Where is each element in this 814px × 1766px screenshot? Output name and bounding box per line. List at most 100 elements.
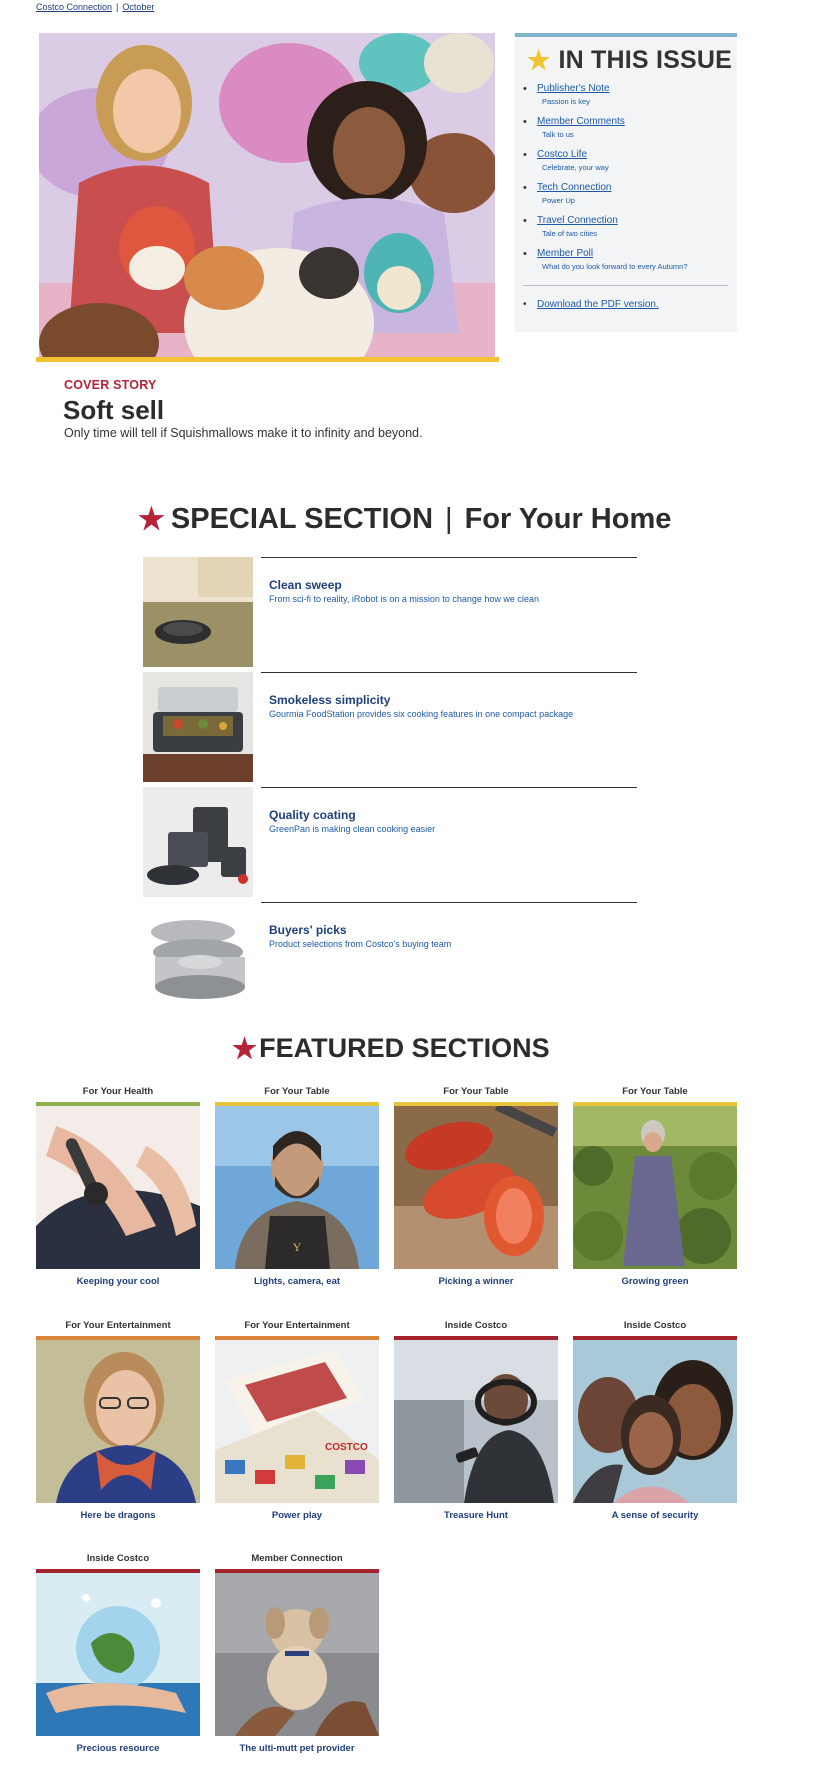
star-icon: ★ — [138, 503, 165, 536]
special-item-divider — [261, 557, 637, 558]
issue-item: Tech Connection Power Up — [523, 182, 723, 215]
featured-card-image[interactable] — [36, 1573, 200, 1736]
special-item-title[interactable]: Smokeless simplicity — [269, 693, 390, 707]
featured-card-caption[interactable]: Growing green — [573, 1276, 737, 1287]
breadcrumb-separator: | — [116, 2, 119, 12]
featured-card-category: Inside Costco — [86, 1553, 150, 1564]
featured-card-image[interactable] — [36, 1340, 200, 1503]
in-this-issue-panel: ★ IN THIS ISSUE Publisher's Note Passion… — [515, 33, 737, 332]
special-section-subtitle: For Your Home — [464, 503, 672, 535]
featured-card-caption[interactable]: Lights, camera, eat — [215, 1276, 379, 1287]
featured-card-caption[interactable]: Power play — [215, 1510, 379, 1521]
issue-item-link[interactable]: Member Comments — [537, 116, 723, 127]
special-item-desc: From sci-fi to reality, iRobot is on a m… — [269, 594, 539, 604]
special-item-divider — [261, 902, 637, 903]
svg-text:Y: Y — [293, 1240, 302, 1254]
download-pdf-link[interactable]: Download the PDF version. — [523, 299, 659, 310]
issue-item: Publisher's Note Passion is key — [523, 83, 723, 116]
featured-card-caption[interactable]: Here be dragons — [36, 1510, 200, 1521]
stainless-pans-photo — [143, 902, 253, 1012]
issue-item-subtitle: Celebrate, your way — [542, 163, 609, 172]
issue-item-link[interactable]: Tech Connection — [537, 182, 723, 193]
special-item-image[interactable] — [143, 902, 253, 1012]
tomatoes-photo — [394, 1106, 558, 1269]
robot-vacuum-photo — [143, 557, 253, 667]
special-item-title[interactable]: Quality coating — [269, 808, 356, 822]
breadcrumb-current-link[interactable]: October — [122, 2, 154, 12]
special-item-image[interactable] — [143, 672, 253, 782]
in-this-issue-heading: ★ IN THIS ISSUE — [527, 45, 732, 76]
star-icon: ★ — [232, 1033, 258, 1064]
special-item-title[interactable]: Clean sweep — [269, 578, 342, 592]
cover-image[interactable] — [39, 33, 495, 360]
cover-story-dek: Only time will tell if Squishmallows mak… — [64, 426, 423, 440]
featured-card-category: For Your Table — [264, 1086, 330, 1097]
featured-card-image[interactable]: COSTCO — [215, 1340, 379, 1503]
special-item-divider — [261, 787, 637, 788]
special-item-divider — [261, 672, 637, 673]
featured-card-caption[interactable]: A sense of security — [573, 1510, 737, 1521]
special-item-desc: Product selections from Costco's buying … — [269, 939, 452, 949]
family-selfie-photo — [573, 1340, 737, 1503]
cover-accent-bar — [36, 357, 499, 362]
issue-list: Publisher's Note Passion is key Member C… — [523, 83, 723, 281]
cookware-set-photo — [143, 787, 253, 897]
vineyard-woman-photo — [573, 1106, 737, 1269]
featured-card-category: For Your Health — [82, 1086, 154, 1097]
star-icon: ★ — [527, 45, 551, 75]
featured-card-image[interactable]: Y — [215, 1106, 379, 1269]
issue-item-link[interactable]: Costco Life — [537, 149, 723, 160]
featured-card-image[interactable] — [394, 1340, 558, 1503]
featured-card-image[interactable] — [36, 1106, 200, 1269]
special-item[interactable]: Quality coating GreenPan is making clean… — [143, 787, 637, 897]
featured-card-category: For Your Entertainment — [65, 1320, 171, 1331]
featured-card-category: Inside Costco — [623, 1320, 687, 1331]
issue-item-subtitle: Power Up — [542, 196, 575, 205]
featured-sections-heading: ★ FEATURED SECTIONS — [232, 1032, 550, 1065]
special-item[interactable]: Buyers' picks Product selections from Co… — [143, 902, 637, 1012]
issue-item: Member Comments Talk to us — [523, 116, 723, 149]
issue-item-subtitle: What do you look forward to every Autumn… — [542, 262, 688, 271]
special-item-image[interactable] — [143, 787, 253, 897]
featured-card-image[interactable] — [215, 1573, 379, 1736]
svg-text:COSTCO: COSTCO — [325, 1442, 368, 1453]
water-globe-photo — [36, 1573, 200, 1736]
issue-item: Costco Life Celebrate, your way — [523, 149, 723, 182]
featured-card-caption[interactable]: Treasure Hunt — [394, 1510, 558, 1521]
special-item-image[interactable] — [143, 557, 253, 667]
featured-card-image[interactable] — [573, 1340, 737, 1503]
issue-item-subtitle: Tale of two cities — [542, 229, 598, 238]
featured-card-caption[interactable]: Picking a winner — [394, 1276, 558, 1287]
special-section-heading: ★ SPECIAL SECTION | For Your Home — [138, 502, 671, 537]
issue-item-link[interactable]: Publisher's Note — [537, 83, 723, 94]
featured-card-caption[interactable]: Precious resource — [36, 1743, 200, 1754]
featured-card-caption[interactable]: Keeping your cool — [36, 1276, 200, 1287]
special-item-desc: Gourmia FoodStation provides six cooking… — [269, 709, 574, 719]
featured-sections-title: FEATURED SECTIONS — [259, 1033, 550, 1063]
featured-card-caption[interactable]: The ulti-mutt pet provider — [215, 1743, 379, 1754]
puppy-photo — [215, 1573, 379, 1736]
breadcrumb-home-link[interactable]: Costco Connection — [36, 2, 112, 12]
cover-story-title[interactable]: Soft sell — [63, 395, 164, 426]
issue-item-link[interactable]: Member Poll — [537, 248, 723, 259]
issue-item: Member Poll What do you look forward to … — [523, 248, 723, 281]
issue-item-subtitle: Talk to us — [542, 130, 574, 139]
special-item-desc: GreenPan is making clean cooking easier — [269, 824, 436, 834]
chef-portrait-photo: Y — [215, 1106, 379, 1269]
board-game-photo: COSTCO — [215, 1340, 379, 1503]
featured-card-image[interactable] — [573, 1106, 737, 1269]
special-section-separator: | — [445, 503, 453, 535]
featured-card-category: For Your Table — [622, 1086, 688, 1097]
author-portrait-photo — [36, 1340, 200, 1503]
issue-item-subtitle: Passion is key — [542, 97, 590, 106]
featured-card-image[interactable] — [394, 1106, 558, 1269]
special-item[interactable]: Smokeless simplicity Gourmia FoodStation… — [143, 672, 637, 782]
special-item[interactable]: Clean sweep From sci-fi to reality, iRob… — [143, 557, 637, 667]
breadcrumb: Costco Connection | October — [36, 2, 154, 12]
issue-item-link[interactable]: Travel Connection — [537, 215, 723, 226]
cover-photo-squishmallows — [39, 33, 495, 360]
special-item-title[interactable]: Buyers' picks — [269, 923, 347, 937]
cover-story-kicker: COVER STORY — [64, 378, 157, 392]
featured-card-category: For Your Table — [443, 1086, 509, 1097]
special-section-label: SPECIAL SECTION — [170, 503, 434, 535]
